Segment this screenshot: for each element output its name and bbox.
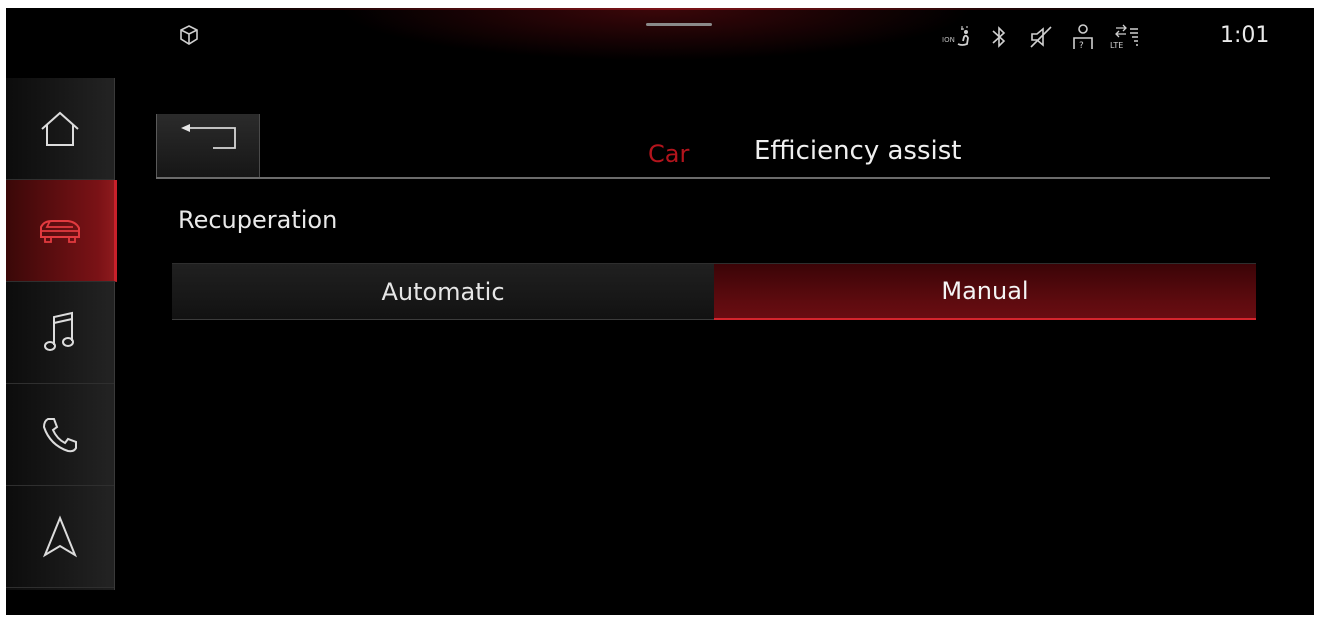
phone-icon	[42, 417, 77, 452]
navigation-arrow-icon	[42, 514, 78, 557]
sidebar-item-home[interactable]	[6, 78, 114, 180]
car-icon	[40, 219, 80, 243]
breadcrumb[interactable]: Car	[648, 140, 689, 168]
back-arrow-icon	[181, 124, 236, 149]
back-button[interactable]	[156, 114, 260, 178]
page-title: Efficiency assist	[754, 136, 962, 166]
drag-handle[interactable]	[646, 23, 712, 26]
svg-text:?: ?	[1079, 41, 1084, 51]
recuperation-segmented-control: Automatic Manual	[172, 263, 1256, 320]
automatic-option[interactable]: Automatic	[172, 264, 714, 320]
svg-text:LTE: LTE	[1110, 41, 1123, 50]
music-note-icon	[44, 311, 74, 351]
sidebar-item-phone[interactable]	[6, 384, 114, 486]
mute-icon	[1026, 23, 1056, 51]
manual-option[interactable]: Manual	[714, 264, 1256, 320]
ion-label: ION	[942, 36, 955, 44]
user-help-icon: ?	[1068, 23, 1098, 51]
clock: 1:01	[1220, 23, 1270, 48]
header-divider-left	[156, 177, 258, 179]
header-divider	[258, 177, 1270, 179]
home-icon	[41, 111, 79, 146]
sidebar-nav	[6, 78, 117, 590]
lte-icon: LTE	[1110, 23, 1140, 51]
status-bar-glow-line	[196, 8, 1156, 10]
recuperation-label: Recuperation	[178, 206, 338, 234]
bluetooth-icon	[984, 23, 1014, 51]
infotainment-screen: ION ? LTE 1:01 Car Efficiency assist Rec…	[6, 8, 1314, 615]
ion-seat-icon: ION	[942, 23, 972, 51]
sidebar-item-navigation[interactable]	[6, 486, 114, 588]
sidebar-item-music[interactable]	[6, 282, 114, 384]
sidebar-item-car[interactable]	[6, 180, 117, 282]
cube-icon[interactable]	[178, 24, 200, 46]
status-bar: ION ? LTE 1:01	[6, 8, 1314, 70]
